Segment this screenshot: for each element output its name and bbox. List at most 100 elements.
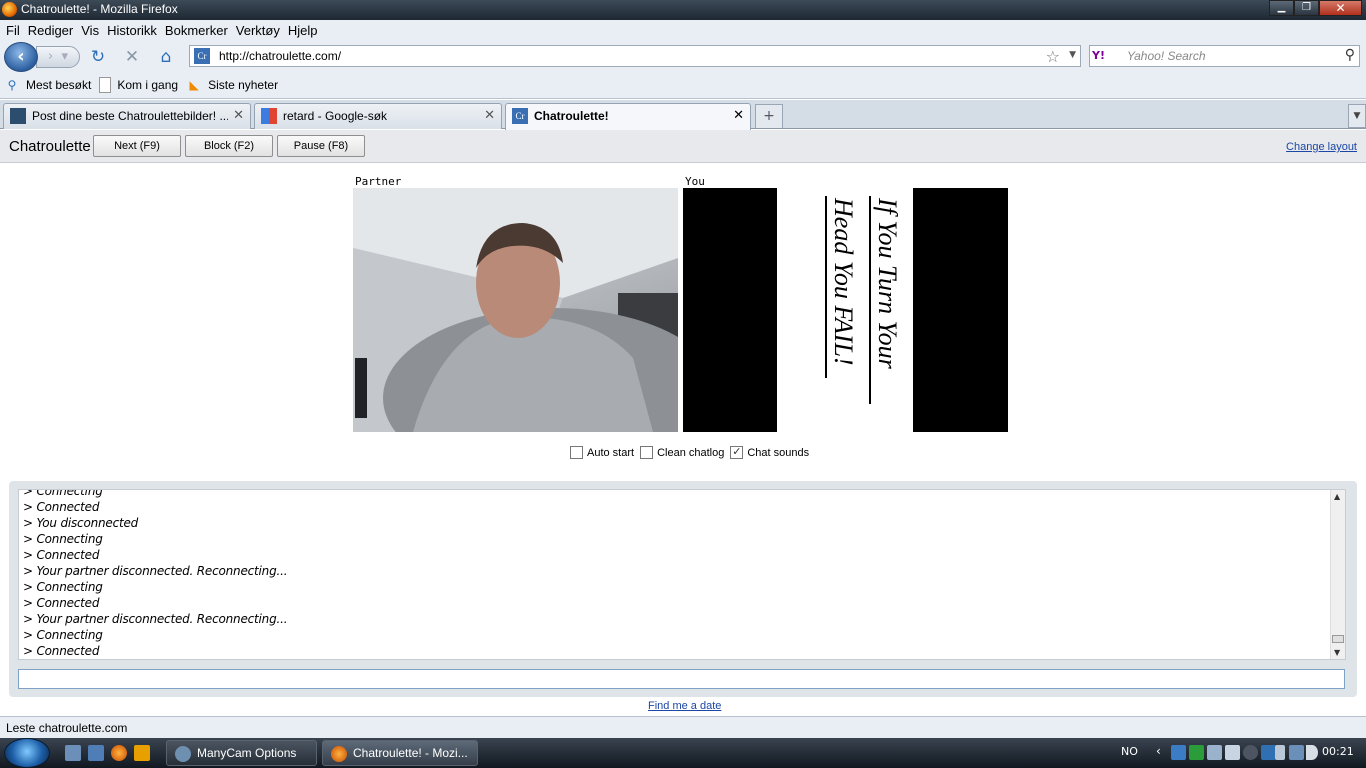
title-bar: Chatroulette! - Mozilla Firefox ▁ ❐ ✕ bbox=[0, 0, 1366, 20]
site-brand: Chatroulette bbox=[9, 138, 91, 155]
overlay-line bbox=[869, 196, 871, 404]
chatroulette-favicon-icon: Cr bbox=[512, 108, 528, 124]
media-player-icon[interactable] bbox=[134, 745, 150, 761]
url-dropdown-icon[interactable]: ▼ bbox=[1069, 50, 1076, 60]
yahoo-engine-icon[interactable]: Y! bbox=[1092, 49, 1118, 63]
language-indicator[interactable]: NO bbox=[1121, 745, 1138, 758]
search-icon[interactable]: ⚲ bbox=[1345, 47, 1355, 63]
chat-line: > Connected bbox=[23, 500, 100, 514]
overlay-text-line1: If You Turn Your bbox=[873, 198, 902, 369]
close-tab-icon[interactable]: ✕ bbox=[233, 108, 244, 123]
close-window-button[interactable]: ✕ bbox=[1319, 0, 1362, 16]
overlay-line bbox=[825, 196, 827, 378]
bookmark-kom-i-gang[interactable]: Kom i gang bbox=[99, 77, 178, 93]
taskbar-item-label: ManyCam Options bbox=[197, 746, 297, 760]
search-box[interactable]: Y! Yahoo! Search ⚲ bbox=[1089, 45, 1360, 67]
firefox-quicklaunch-icon[interactable] bbox=[111, 745, 127, 761]
bookmark-label: Kom i gang bbox=[117, 78, 179, 92]
search-placeholder[interactable]: Yahoo! Search bbox=[1127, 49, 1206, 63]
clean-chatlog-checkbox[interactable] bbox=[640, 446, 654, 459]
chat-scrollbar[interactable]: ▲ ▼ bbox=[1330, 490, 1345, 659]
scroll-thumb[interactable] bbox=[1332, 635, 1344, 643]
menu-hjelp[interactable]: Hjelp bbox=[284, 23, 322, 38]
chat-input[interactable] bbox=[18, 669, 1345, 689]
tray-app-icon[interactable] bbox=[1207, 745, 1222, 760]
chat-line: > Connecting bbox=[23, 489, 103, 498]
overlay-text-line2: Head You FAIL! bbox=[829, 198, 858, 366]
bookmark-label: Mest besøkt bbox=[26, 78, 92, 92]
site-header: Chatroulette Next (F9) Block (F2) Pause … bbox=[0, 130, 1366, 163]
bookmark-mest-besokt[interactable]: ⚲ Mest besøkt bbox=[4, 77, 92, 93]
close-tab-icon[interactable]: ✕ bbox=[733, 108, 744, 123]
network-icon[interactable] bbox=[1289, 745, 1304, 760]
menu-bokmerker[interactable]: Bokmerker bbox=[161, 23, 232, 38]
tab-chatroulette[interactable]: Cr Chatroulette! ✕ bbox=[505, 103, 751, 130]
start-button[interactable] bbox=[4, 738, 50, 768]
tab-list-button[interactable]: ▼ bbox=[1348, 104, 1366, 128]
menu-verktoy[interactable]: Verktøy bbox=[232, 23, 284, 38]
your-video bbox=[683, 188, 777, 432]
menu-historikk[interactable]: Historikk bbox=[103, 23, 161, 38]
bookmark-label: Siste nyheter bbox=[208, 78, 279, 92]
forward-button[interactable]: › ▾ bbox=[36, 46, 80, 68]
bookmark-star-icon[interactable]: ☆ bbox=[1046, 47, 1060, 66]
stop-icon[interactable]: ✕ bbox=[122, 47, 142, 67]
chat-sounds-checkbox[interactable]: ✓ bbox=[730, 446, 744, 459]
tray-app-icon[interactable] bbox=[1261, 745, 1276, 760]
show-hidden-icons-icon[interactable]: ‹ bbox=[1156, 744, 1161, 758]
maximize-button[interactable]: ❐ bbox=[1294, 0, 1319, 16]
new-tab-button[interactable]: + bbox=[755, 104, 783, 128]
pause-button[interactable]: Pause (F8) bbox=[277, 135, 365, 157]
bookmarks-toolbar: ⚲ Mest besøkt Kom i gang ◣ Siste nyheter bbox=[0, 72, 1366, 99]
menu-vis[interactable]: Vis bbox=[77, 23, 103, 38]
tray-app-icon[interactable] bbox=[1243, 745, 1258, 760]
status-text: Leste chatroulette.com bbox=[6, 721, 128, 735]
tab-label: Chatroulette! bbox=[534, 109, 609, 123]
battery-icon[interactable] bbox=[1275, 745, 1285, 760]
change-layout-link[interactable]: Change layout bbox=[1286, 141, 1357, 153]
site-favicon-icon: Cr bbox=[194, 48, 210, 64]
switch-windows-icon[interactable] bbox=[88, 745, 104, 761]
chat-line: > Connected bbox=[23, 548, 100, 562]
show-desktop-icon[interactable] bbox=[65, 745, 81, 761]
next-button[interactable]: Next (F9) bbox=[93, 135, 181, 157]
taskbar-item-label: Chatroulette! - Mozi... bbox=[353, 746, 468, 760]
url-bar[interactable]: Cr http://chatroulette.com/ ☆ ▼ bbox=[189, 45, 1081, 67]
partner-label: Partner bbox=[355, 175, 402, 188]
clock[interactable]: 00:21 bbox=[1322, 745, 1354, 758]
close-tab-icon[interactable]: ✕ bbox=[484, 108, 495, 123]
taskbar-item-manycam[interactable]: ManyCam Options bbox=[166, 740, 317, 766]
tab-favicon-icon bbox=[10, 108, 26, 124]
window-controls: ▁ ❐ ✕ bbox=[1269, 0, 1362, 17]
tray-app-icon[interactable] bbox=[1171, 745, 1186, 760]
most-visited-icon: ⚲ bbox=[7, 78, 17, 92]
taskbar: ManyCam Options Chatroulette! - Mozi... … bbox=[0, 738, 1366, 768]
tab-chatroulettebilder[interactable]: Post dine beste Chatroulettebilder! ... … bbox=[3, 103, 251, 129]
manycam-icon bbox=[175, 746, 191, 762]
find-date-link[interactable]: Find me a date bbox=[648, 700, 721, 712]
tab-google-search[interactable]: retard - Google-søk ✕ bbox=[254, 103, 502, 129]
tray-app-icon[interactable] bbox=[1225, 745, 1240, 760]
minimize-button[interactable]: ▁ bbox=[1269, 0, 1294, 16]
partner-video bbox=[353, 188, 678, 432]
menu-fil[interactable]: Fil bbox=[2, 23, 24, 38]
reload-icon[interactable]: ↻ bbox=[88, 47, 108, 67]
back-button[interactable]: ‹ bbox=[4, 42, 38, 72]
chat-line: > Connected bbox=[23, 644, 100, 658]
scroll-up-icon[interactable]: ▲ bbox=[1334, 492, 1340, 501]
volume-icon[interactable] bbox=[1306, 745, 1318, 760]
url-text[interactable]: http://chatroulette.com/ bbox=[219, 49, 341, 63]
home-icon[interactable]: ⌂ bbox=[156, 47, 176, 67]
auto-start-label: Auto start bbox=[587, 446, 635, 459]
chat-log[interactable]: > Connecting > Connected > You disconnec… bbox=[18, 489, 1346, 660]
menu-rediger[interactable]: Rediger bbox=[24, 23, 78, 38]
block-button[interactable]: Block (F2) bbox=[185, 135, 273, 157]
scroll-down-icon[interactable]: ▼ bbox=[1334, 648, 1340, 657]
chat-line: > Your partner disconnected. Reconnectin… bbox=[23, 564, 288, 578]
taskbar-item-firefox[interactable]: Chatroulette! - Mozi... bbox=[322, 740, 478, 766]
tray-app-icon[interactable] bbox=[1189, 745, 1204, 760]
tab-bar: Post dine beste Chatroulettebilder! ... … bbox=[0, 100, 1366, 130]
bookmark-siste-nyheter[interactable]: ◣ Siste nyheter bbox=[186, 77, 278, 93]
auto-start-checkbox[interactable] bbox=[570, 446, 583, 459]
google-favicon-icon bbox=[261, 108, 277, 124]
